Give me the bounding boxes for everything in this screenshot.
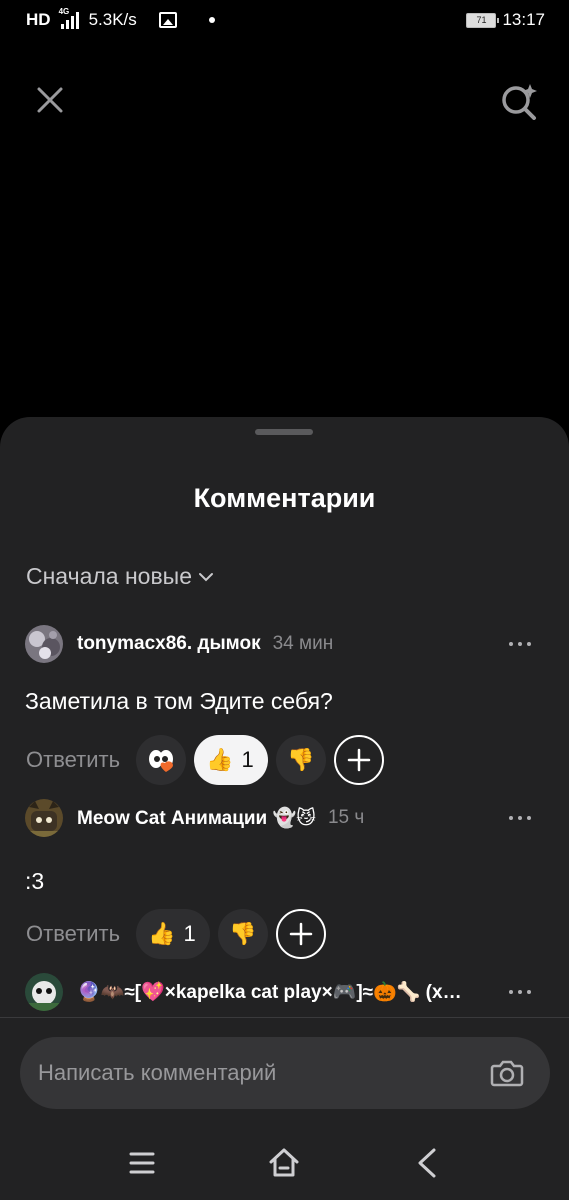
clock: 13:17 [502, 10, 545, 29]
comment-author[interactable]: Meow Cat Анимации 👻😼 [77, 806, 316, 830]
system-nav-bar [0, 1128, 569, 1200]
comment-time: 34 мин [272, 633, 334, 654]
comment-input-placeholder: Написать комментарий [38, 1060, 277, 1085]
back-icon[interactable] [410, 1146, 444, 1180]
thumbs-up-icon: 👍 [206, 747, 234, 772]
battery-icon: 71 [466, 12, 500, 28]
reply-button[interactable]: Ответить [26, 747, 120, 773]
network-type: 4G [58, 7, 70, 16]
divider [0, 1017, 569, 1018]
plus-icon [347, 748, 370, 772]
more-options-icon[interactable] [509, 982, 531, 1002]
comment-author[interactable]: tonymacx86. дымок [77, 633, 261, 655]
camera-icon[interactable] [490, 1059, 524, 1087]
comment-item: tonymacx86. дымок 34 мин Заметила в том … [0, 624, 569, 785]
close-icon[interactable] [34, 84, 66, 116]
comments-sheet: Комментарии Сначала новые tonymacx86. ды… [0, 417, 569, 1200]
comment-text: :3 [25, 868, 45, 894]
network-speed: 5.3K/s [88, 10, 137, 29]
avatar[interactable] [25, 799, 63, 837]
reaction-eyes-heart[interactable] [136, 735, 187, 785]
more-options-icon[interactable] [509, 634, 531, 654]
battery-level: 71 [476, 15, 487, 25]
notification-dot-icon [208, 17, 215, 23]
comment-input[interactable]: Написать комментарий [20, 1037, 550, 1109]
thumbs-down-icon: 👎 [287, 747, 315, 772]
home-icon[interactable] [267, 1146, 301, 1180]
comment-item: Meow Cat Анимации 👻😼 15 ч :3 Ответить 👍 … [0, 798, 569, 959]
add-reaction-button[interactable] [275, 909, 326, 959]
comment-item: 🔮🦇≈[💖×kapelka cat play×🎮]≈🎃🦴 (x… [0, 972, 569, 1016]
comment-author[interactable]: 🔮🦇≈[💖×kapelka cat play×🎮]≈🎃🦴 (x… [77, 980, 462, 1004]
menu-icon[interactable] [125, 1146, 159, 1180]
reaction-dislike[interactable]: 👎 [275, 735, 326, 785]
thumbs-up-icon: 👍 [148, 921, 176, 946]
sort-dropdown[interactable]: Сначала новые [26, 563, 214, 590]
comment-time: 15 ч [327, 807, 365, 828]
more-options-icon[interactable] [509, 808, 531, 828]
plus-icon [289, 922, 312, 946]
image-icon [158, 12, 177, 28]
like-count: 1 [241, 747, 254, 772]
avatar[interactable] [25, 625, 63, 663]
thumbs-down-icon: 👎 [229, 921, 257, 946]
reply-button[interactable]: Ответить [26, 921, 120, 947]
reaction-like[interactable]: 👍 1 [136, 909, 210, 959]
status-bar: HD 4G 5.3K/s 71 13:17 [0, 0, 569, 44]
add-reaction-button[interactable] [333, 735, 384, 785]
sort-label: Сначала новые [26, 563, 193, 589]
signal-icon: 4G [59, 7, 81, 29]
eyes-heart-icon [149, 750, 174, 772]
like-count: 1 [183, 921, 196, 946]
sheet-handle[interactable] [255, 429, 313, 435]
network-label: HD [26, 10, 51, 29]
sparkle-search-icon[interactable] [499, 82, 539, 120]
chevron-down-icon [199, 572, 214, 581]
sheet-title: Комментарии [193, 483, 376, 513]
reaction-dislike[interactable]: 👎 [217, 909, 268, 959]
reaction-like[interactable]: 👍 1 [194, 735, 268, 785]
comment-text: Заметила в том Эдите себя? [25, 688, 333, 714]
avatar[interactable] [25, 973, 63, 1011]
